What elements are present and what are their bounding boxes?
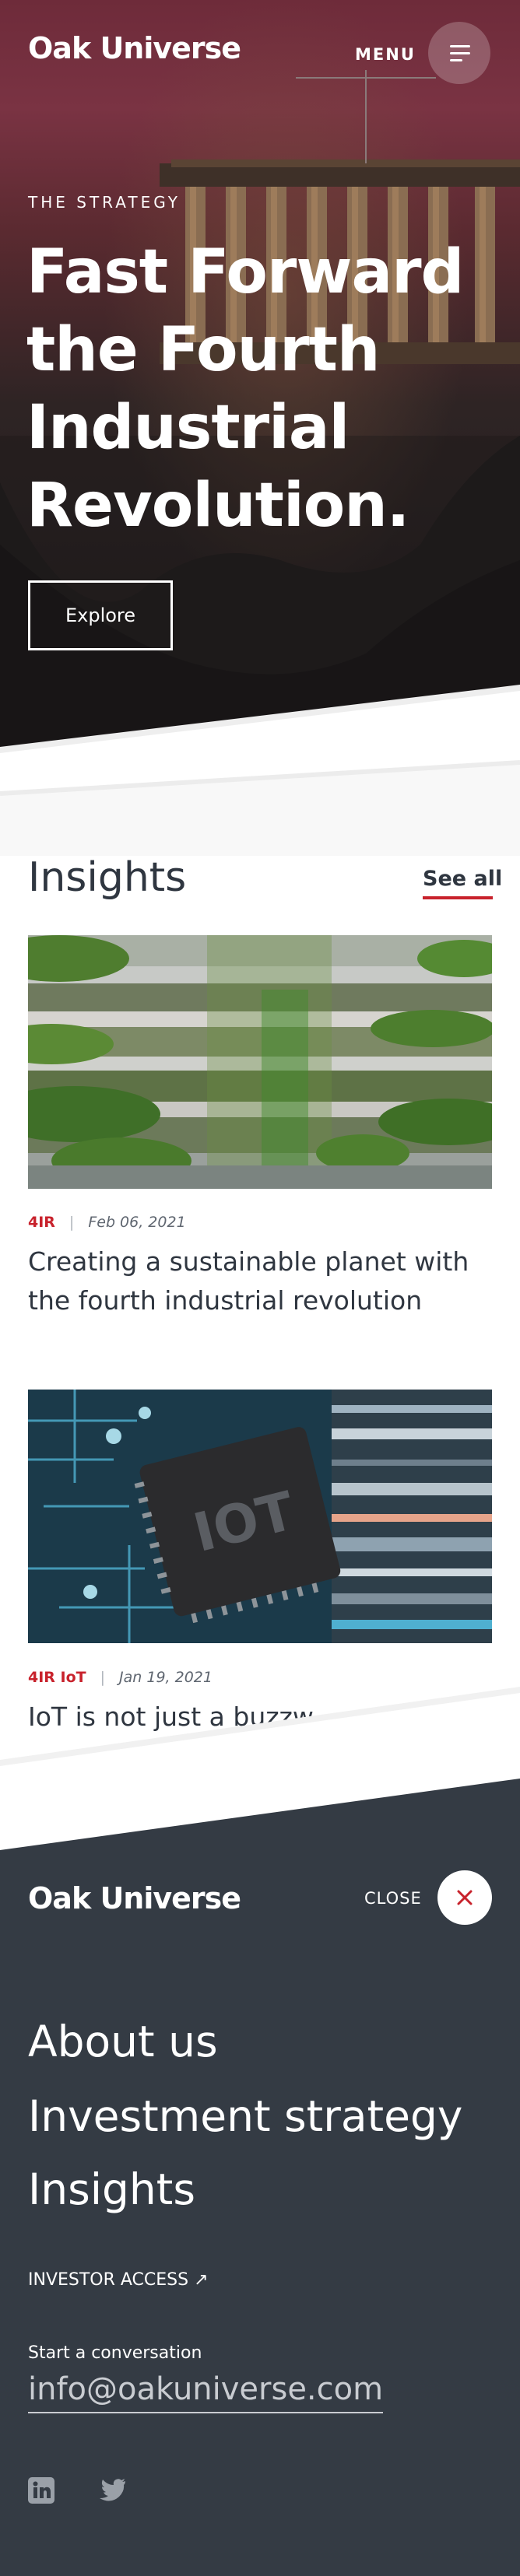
overlay-logo[interactable]: Oak Universe — [28, 1881, 241, 1915]
close-button[interactable] — [437, 1870, 492, 1925]
conversation-label: Start a conversation — [28, 2343, 202, 2363]
close-label[interactable]: CLOSE — [364, 1889, 422, 1908]
nav-item-insights[interactable]: Insights — [28, 2164, 195, 2214]
nav-item-about-us[interactable]: About us — [28, 2017, 218, 2066]
linkedin-icon[interactable] — [28, 2477, 54, 2507]
email-link[interactable]: info@oakuniverse.com — [28, 2371, 384, 2413]
investor-access-link[interactable]: INVESTOR ACCESS ↗ — [28, 2270, 209, 2290]
nav-item-investment-strategy[interactable]: Investment strategy — [28, 2091, 462, 2141]
close-icon — [457, 1890, 473, 1905]
twitter-icon[interactable] — [97, 2477, 126, 2507]
